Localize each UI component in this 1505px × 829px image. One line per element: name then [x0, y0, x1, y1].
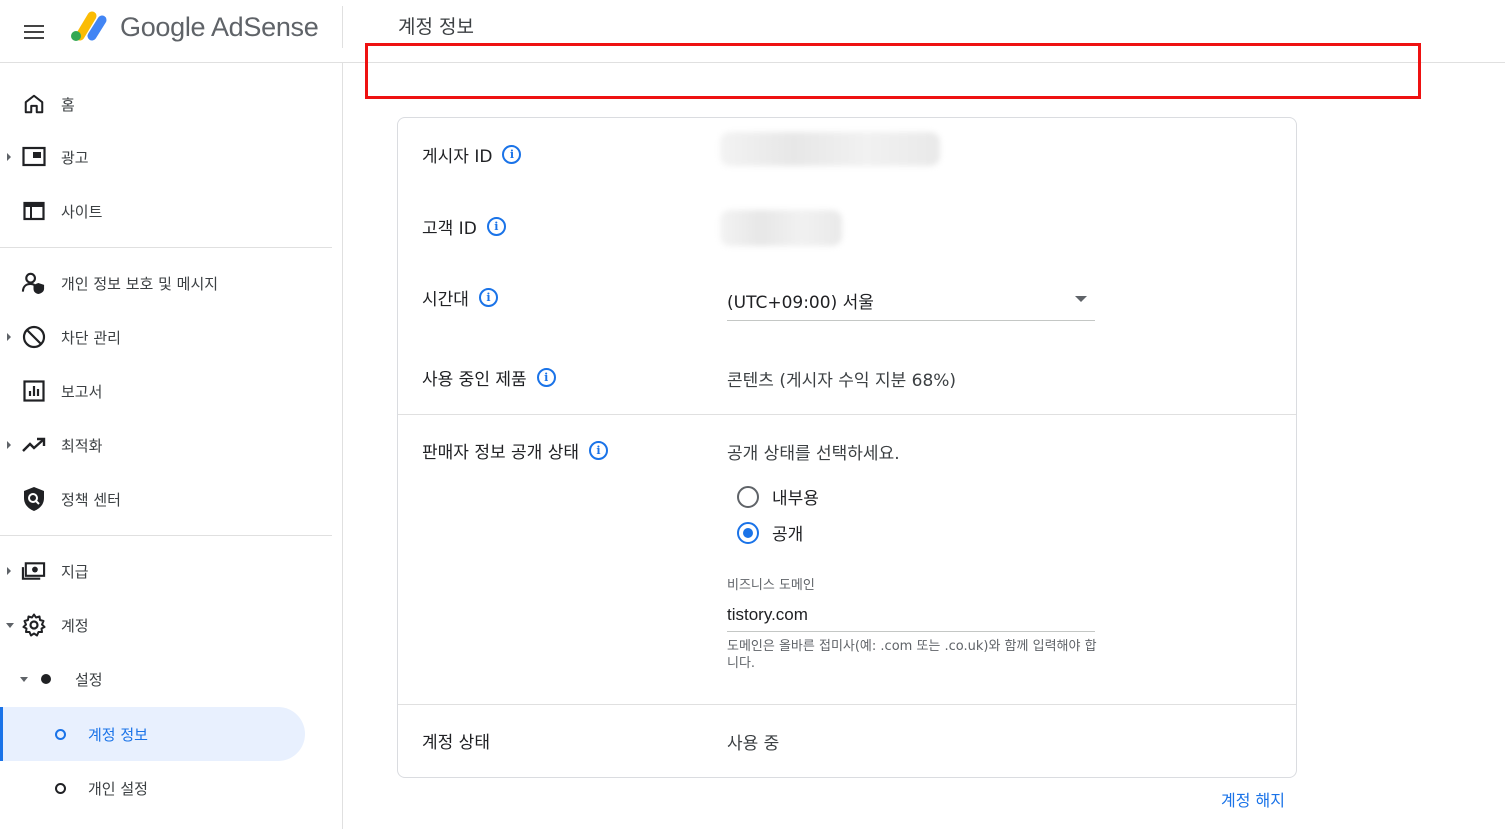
info-icon[interactable]: i — [502, 145, 522, 164]
policy-shield-icon — [21, 487, 46, 512]
card-divider — [398, 704, 1296, 705]
gear-icon — [21, 613, 46, 638]
sidebar-item-label: 홈 — [61, 95, 75, 114]
products-row: 사용 중인 제품 i — [422, 365, 556, 390]
radio-public-option[interactable]: 공개 — [737, 520, 803, 545]
timezone-select[interactable]: (UTC+09:00) 서울 — [727, 284, 1095, 321]
info-icon[interactable]: i — [478, 288, 498, 307]
home-icon — [21, 92, 46, 117]
caret-right-icon — [7, 333, 11, 341]
bullet-dot-icon — [41, 674, 51, 684]
sidebar-item-payments[interactable]: 지급 — [0, 544, 332, 598]
sidebar-item-label: 사이트 — [61, 202, 103, 221]
seller-info-prompt: 공개 상태를 선택하세요. — [727, 444, 900, 464]
publisher-id-value-redacted — [720, 132, 940, 166]
customer-id-value-redacted — [720, 210, 842, 246]
timezone-selected-value: (UTC+09:00) 서울 — [727, 293, 874, 313]
caret-down-icon — [6, 622, 14, 628]
timezone-label: 시간대 — [422, 290, 469, 310]
sidebar-item-blocking[interactable]: 차단 관리 — [0, 310, 332, 364]
sidebar-item-home[interactable]: 홈 — [0, 77, 332, 131]
radio-internal-option[interactable]: 내부용 — [737, 484, 819, 509]
products-value: 콘텐츠 (게시자 수익 지분 68%) — [727, 371, 957, 391]
sidebar-item-optimization[interactable]: 최적화 — [0, 418, 332, 472]
sidebar-item-privacy-messaging[interactable]: 개인 정보 보호 및 메시지 — [0, 256, 332, 310]
card-divider — [398, 414, 1296, 415]
sites-icon — [21, 199, 46, 224]
account-status-row: 계정 상태 — [422, 728, 490, 753]
caret-right-icon — [7, 567, 11, 575]
radio-public[interactable] — [737, 521, 759, 544]
business-domain-label: 비즈니스 도메인 — [727, 578, 815, 593]
sidebar-item-label: 차단 관리 — [61, 328, 121, 347]
products-label: 사용 중인 제품 — [422, 370, 527, 390]
account-info-card: 게시자 ID i 고객 ID i 시간대 i (UTC+09:00) 서울 사용… — [397, 117, 1297, 778]
publisher-id-row: 게시자 ID i — [422, 142, 522, 167]
payments-icon — [21, 559, 46, 584]
trending-up-icon — [21, 433, 46, 458]
info-icon[interactable]: i — [536, 368, 556, 387]
annotation-highlight-box — [365, 43, 1421, 99]
timezone-row: 시간대 i — [422, 285, 498, 310]
sidebar-item-settings[interactable]: 설정 — [0, 652, 305, 706]
account-status-value: 사용 중 — [727, 734, 780, 754]
business-domain-help: 도메인은 올바른 접미사(예: .com 또는 .co.uk)와 함께 입력해야… — [727, 639, 1097, 671]
publisher-id-label: 게시자 ID — [422, 147, 493, 167]
account-status-label: 계정 상태 — [422, 733, 490, 753]
bullet-ring-icon — [55, 728, 66, 740]
adsense-logo — [71, 11, 107, 41]
page-title: 계정 정보 — [398, 16, 474, 38]
info-icon[interactable]: i — [588, 441, 608, 460]
sidebar-item-reports[interactable]: 보고서 — [0, 364, 332, 418]
sidebar-item-label: 보고서 — [61, 382, 103, 401]
bullet-ring-icon — [55, 782, 66, 794]
caret-right-icon — [7, 153, 11, 161]
sidebar-item-policy-center[interactable]: 정책 센터 — [0, 472, 332, 526]
sidebar-item-ads[interactable]: 광고 — [0, 130, 332, 184]
hamburger-menu-icon[interactable] — [14, 12, 54, 52]
customer-id-label: 고객 ID — [422, 219, 477, 239]
sidebar-item-label: 정책 센터 — [61, 490, 121, 509]
sidebar-item-label: 설정 — [75, 670, 103, 689]
seller-info-row: 판매자 정보 공개 상태 i — [422, 438, 608, 463]
ads-icon — [21, 145, 46, 170]
sidebar-item-label: 계정 정보 — [88, 725, 148, 744]
sidebar-item-label: 지급 — [61, 562, 89, 581]
block-icon — [21, 325, 46, 350]
radio-public-label: 공개 — [772, 525, 804, 545]
info-icon[interactable]: i — [486, 217, 506, 236]
sidebar-item-label: 개인 정보 보호 및 메시지 — [61, 274, 219, 293]
sidebar-item-label: 개인 설정 — [88, 779, 148, 798]
caret-right-icon — [7, 441, 11, 449]
caret-down-icon — [20, 676, 28, 682]
brand-name: Google AdSense — [120, 12, 319, 42]
sidebar-item-label: 광고 — [61, 148, 89, 167]
terminate-account-link[interactable]: 계정 해지 — [1221, 787, 1285, 811]
seller-info-label: 판매자 정보 공개 상태 — [422, 443, 579, 463]
sidebar-divider — [0, 535, 332, 536]
radio-internal[interactable] — [737, 485, 759, 508]
dropdown-arrow-icon — [1075, 296, 1087, 302]
sidebar-item-label: 계정 — [61, 616, 89, 635]
sidebar-divider — [0, 247, 332, 248]
sidebar-item-label: 최적화 — [61, 436, 103, 455]
customer-id-row: 고객 ID i — [422, 214, 506, 239]
active-indicator — [0, 707, 3, 761]
business-domain-input[interactable] — [727, 598, 1095, 632]
sidebar: 홈 광고 사이트 개인 정보 보호 및 메시지 차단 관리 보고서 최적화 정책… — [0, 63, 343, 829]
header-divider — [342, 6, 343, 48]
sidebar-item-account[interactable]: 계정 — [0, 598, 332, 652]
sidebar-item-sites[interactable]: 사이트 — [0, 184, 332, 238]
privacy-messaging-icon — [21, 271, 46, 296]
radio-internal-label: 내부용 — [772, 489, 819, 509]
reports-icon — [21, 379, 46, 404]
sidebar-item-account-info[interactable]: 계정 정보 — [0, 707, 305, 761]
sidebar-item-personal-settings[interactable]: 개인 설정 — [0, 761, 305, 815]
